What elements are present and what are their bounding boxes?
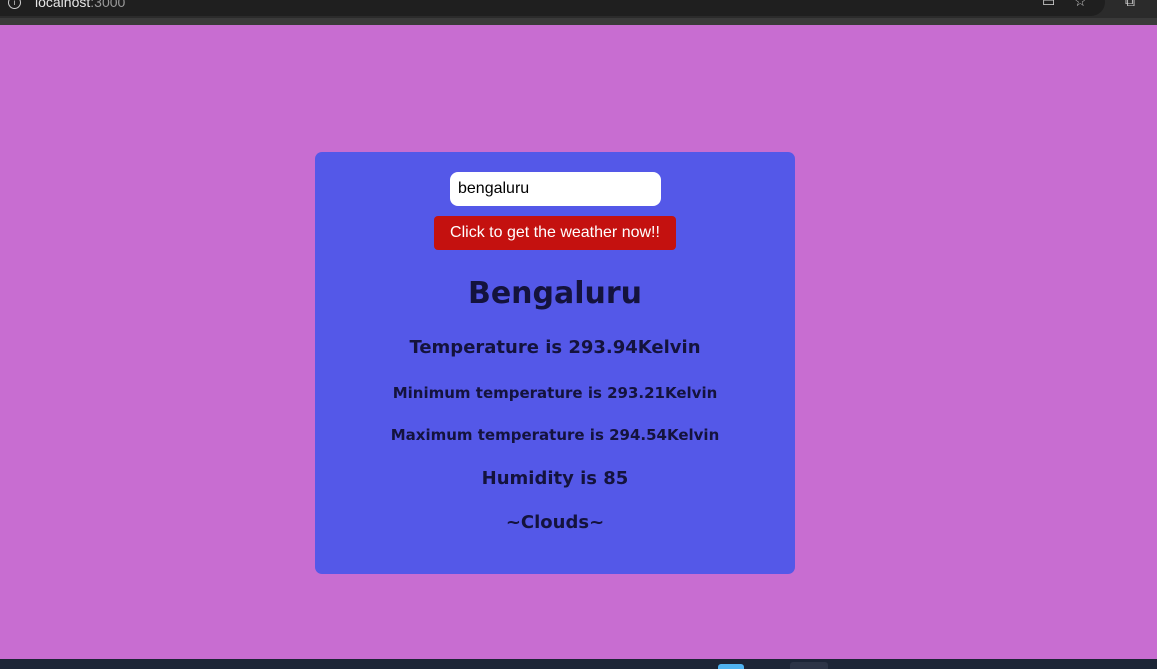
browser-toolbar: i localhost:3000 ▭ ☆ ⧉ (0, 0, 1157, 18)
min-temperature-text: Minimum temperature is 293.21Kelvin (392, 384, 718, 402)
star-icon[interactable]: ☆ (1074, 0, 1087, 10)
weather-condition-text: ~Clouds~ (505, 512, 605, 533)
get-weather-button[interactable]: Click to get the weather now!! (434, 216, 676, 250)
url-host: localhost (35, 0, 91, 10)
address-bar[interactable] (0, 0, 1105, 16)
cast-icon[interactable]: ▭ (1042, 0, 1055, 10)
city-input[interactable] (450, 172, 661, 206)
weather-card: Click to get the weather now!! Bengaluru… (315, 152, 795, 574)
humidity-text: Humidity is 85 (481, 468, 629, 489)
city-title: Bengaluru (467, 276, 643, 311)
url-port: :3000 (90, 0, 126, 10)
toolbar-divider (0, 18, 1157, 25)
taskbar (0, 659, 1157, 669)
taskbar-app-item[interactable] (790, 662, 828, 669)
taskbar-app-item[interactable] (718, 664, 744, 669)
extensions-icon[interactable]: ⧉ (1125, 0, 1135, 10)
max-temperature-text: Maximum temperature is 294.54Kelvin (390, 426, 720, 444)
url-text[interactable]: localhost:3000 (35, 0, 125, 10)
temperature-text: Temperature is 293.94Kelvin (409, 337, 701, 358)
